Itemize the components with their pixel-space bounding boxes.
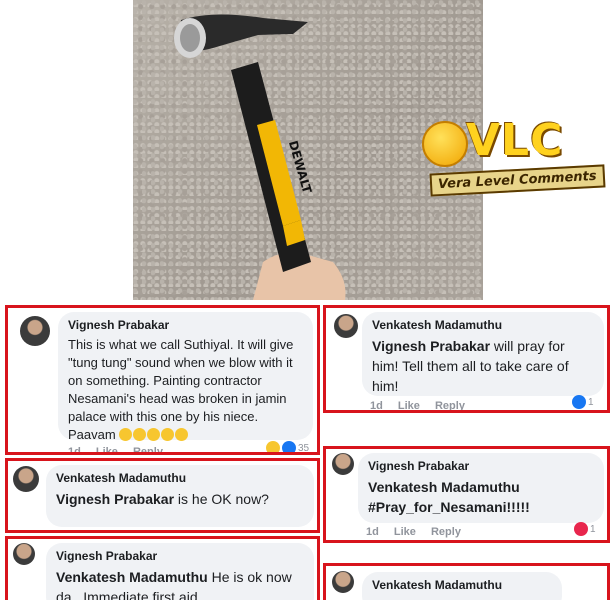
comment-bubble: Venkatesh Madamuthu Vignesh Prabakar is … [46, 465, 314, 527]
like-button[interactable]: Like [394, 526, 416, 538]
comment-cell-4: Vignesh Prabakar Venkatesh Madamuthu #Pr… [323, 446, 610, 543]
comment-bubble: Vignesh Prabakar Venkatesh Madamuthu He … [46, 543, 314, 600]
comment-bubble: Vignesh Prabakar This is what we call Su… [58, 312, 313, 442]
mention-link[interactable]: Venkatesh Madamuthu [368, 477, 594, 497]
comment-time: 1d [68, 446, 81, 455]
vlc-logo: VLC Vera Level Comments [422, 115, 606, 205]
comment-time: 1d [370, 400, 383, 412]
avatar [334, 314, 358, 338]
crying-emoji-icon [147, 428, 161, 441]
comment-bubble: Venkatesh Madamuthu [362, 572, 562, 600]
comment-cell-5: Vignesh Prabakar Venkatesh Madamuthu He … [5, 536, 320, 600]
like-reaction-icon [282, 441, 296, 452]
crying-emoji-icon [119, 428, 133, 441]
reaction-count[interactable]: 1 [572, 395, 594, 409]
heart-reaction-icon [574, 522, 588, 536]
comment-actions: 1d Like Reply [370, 400, 477, 412]
comment-author[interactable]: Venkatesh Madamuthu [372, 578, 552, 592]
crying-emoji-icon [133, 428, 147, 441]
avatar [20, 316, 50, 346]
mention-link[interactable]: Venkatesh Madamuthu [56, 569, 208, 585]
avatar [332, 453, 354, 475]
comment-author[interactable]: Vignesh Prabakar [68, 318, 303, 332]
reaction-count[interactable]: 35 [266, 441, 309, 452]
comment-bubble: Vignesh Prabakar Venkatesh Madamuthu #Pr… [358, 453, 604, 523]
laughing-emoji-icon [422, 121, 468, 167]
crying-emoji-icon [175, 428, 189, 441]
mention-link[interactable]: Vignesh Prabakar [372, 338, 490, 354]
comment-text: This is what we call Suthiyal. It will g… [68, 337, 294, 442]
reply-button[interactable]: Reply [435, 400, 465, 410]
comment-time: 1d [366, 526, 379, 538]
comment-actions: 1d Like Reply [366, 526, 473, 538]
comment-author[interactable]: Venkatesh Madamuthu [56, 471, 304, 485]
comment-cell-1: Vignesh Prabakar This is what we call Su… [5, 305, 320, 455]
comment-cell-2: Venkatesh Madamuthu Vignesh Prabakar wil… [323, 305, 610, 413]
comment-author[interactable]: Vignesh Prabakar [56, 549, 304, 563]
logo-wordmark: VLC [466, 115, 564, 166]
comment-actions: 1d Like Reply [68, 446, 175, 455]
comment-text: #Pray_for_Nesamani!!!!! [368, 499, 530, 515]
reply-button[interactable]: Reply [133, 446, 163, 452]
like-button[interactable]: Like [96, 446, 118, 452]
logo-tagline: Vera Level Comments [429, 164, 606, 197]
reply-button[interactable]: Reply [431, 526, 461, 538]
comment-author[interactable]: Venkatesh Madamuthu [372, 318, 594, 332]
avatar [13, 466, 39, 492]
avatar [332, 571, 354, 593]
comment-bubble: Venkatesh Madamuthu Vignesh Prabakar wil… [362, 312, 604, 396]
comment-author[interactable]: Vignesh Prabakar [368, 459, 594, 473]
comment-cell-6: Venkatesh Madamuthu [323, 563, 610, 600]
like-reaction-icon [572, 395, 586, 409]
like-button[interactable]: Like [398, 400, 420, 410]
mention-link[interactable]: Vignesh Prabakar [56, 491, 174, 507]
crying-emoji-icon [161, 428, 175, 441]
avatar [13, 543, 35, 565]
reaction-count[interactable]: 1 [574, 522, 596, 536]
comment-cell-3: Venkatesh Madamuthu Vignesh Prabakar is … [5, 458, 320, 533]
comment-text: is he OK now? [177, 491, 269, 507]
haha-reaction-icon [266, 441, 280, 452]
